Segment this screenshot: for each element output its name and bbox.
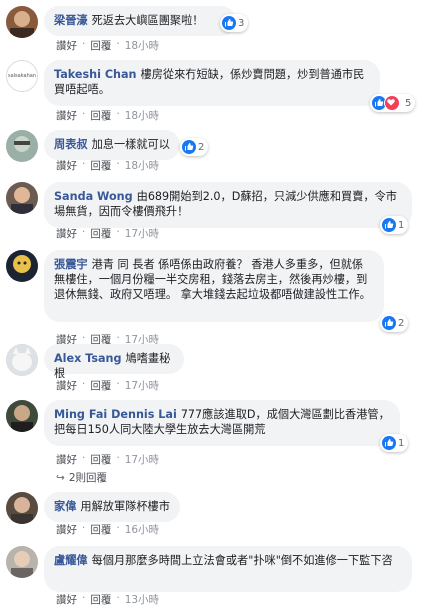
reply-link[interactable]: 回覆 — [90, 158, 111, 173]
like-link[interactable]: 讚好 — [56, 226, 77, 241]
comment-actions: 讚好 · 回覆 · 13小時 — [56, 592, 160, 607]
comment-bubble: 家偉 用解放軍隊杯樓市 — [44, 492, 180, 522]
timestamp[interactable]: 16小時 — [125, 522, 159, 537]
avatar-text: salsakahan — [7, 73, 36, 79]
comment-bubble: Ming Fai Dennis Lai 777應該進取D，成個大灣區劃比香港管，把… — [44, 400, 400, 446]
like-link[interactable]: 讚好 — [56, 158, 77, 173]
avatar[interactable] — [6, 182, 38, 214]
like-icon — [382, 436, 396, 450]
reply-link[interactable]: 回覆 — [90, 592, 111, 607]
comment-bubble: 張震宇 港青 同 長者 係唔係由政府養？ 香港人多重多，但就係無樓住，一個月份糧一… — [44, 250, 384, 322]
avatar-image — [6, 6, 38, 38]
reply-link[interactable]: 回覆 — [90, 38, 111, 53]
comment-actions: 讚好 · 回覆 · 17小時 — [56, 378, 160, 393]
reaction-count[interactable]: 1 — [380, 434, 409, 452]
comment-actions: 讚好 · 回覆 · 18小時 — [56, 38, 160, 53]
comment-text: 每個月那麼多時間上立法會或者"扑咪"倒不如進修一下監下咨 — [91, 554, 393, 567]
reaction-number: 3 — [238, 17, 245, 29]
timestamp[interactable]: 17小時 — [125, 452, 159, 467]
comment-author[interactable]: 梁晉濠 — [54, 14, 88, 27]
like-link[interactable]: 讚好 — [56, 522, 77, 537]
avatar-image — [6, 130, 38, 162]
timestamp[interactable]: 13小時 — [125, 592, 159, 607]
comment-author[interactable]: Takeshi Chan — [54, 68, 137, 81]
reply-arrow-icon: ↪ — [56, 471, 65, 484]
comment-actions: 讚好 · 回覆 · 17小時 — [56, 226, 160, 241]
comment-author[interactable]: 盧耀偉 — [54, 554, 88, 567]
avatar[interactable] — [6, 344, 38, 376]
avatar-image — [6, 182, 38, 214]
comment-bubble: Alex Tsang 鳩嗜畫秘根 — [44, 344, 184, 380]
view-replies-link[interactable]: ↪ 2則回覆 — [56, 470, 107, 485]
reaction-number: 5 — [405, 97, 412, 109]
comment-actions: 讚好 · 回覆 · 16小時 — [56, 522, 160, 537]
love-icon — [384, 95, 400, 111]
comment-text: 用解放軍隊杯樓市 — [80, 500, 170, 513]
avatar[interactable] — [6, 6, 38, 38]
reaction-number: 2 — [398, 317, 405, 329]
reaction-number: 2 — [198, 141, 205, 153]
comment-text: 加息一樣就可以 — [91, 138, 170, 151]
comment-author[interactable]: 張震宇 — [54, 258, 88, 271]
avatar-image — [6, 250, 38, 282]
comment-bubble: 周表叔 加息一樣就可以 — [44, 130, 180, 160]
comment-text: 死返去大嶼區團聚啦！ — [91, 14, 204, 27]
comment-author[interactable]: 周表叔 — [54, 138, 88, 151]
comment-bubble: 盧耀偉 每個月那麼多時間上立法會或者"扑咪"倒不如進修一下監下咨 — [44, 546, 412, 592]
reaction-count[interactable]: 5 — [370, 94, 416, 112]
comment-text: 港青 同 長者 係唔係由政府養？ 香港人多重多，但就係無樓住，一個月份糧一半交房… — [54, 258, 371, 301]
comment-bubble: Takeshi Chan 樓房從來冇短缺，係炒賣問題，炒到普通市民買唔起唔。 — [44, 60, 380, 106]
reply-link[interactable]: 回覆 — [90, 108, 111, 123]
like-link[interactable]: 讚好 — [56, 592, 77, 607]
avatar[interactable] — [6, 546, 38, 578]
avatar-image — [6, 344, 38, 376]
avatar[interactable] — [6, 400, 38, 432]
avatar-image — [6, 546, 38, 578]
reaction-count[interactable]: 2 — [380, 314, 409, 332]
reaction-count[interactable]: 1 — [380, 216, 409, 234]
like-link[interactable]: 讚好 — [56, 108, 77, 123]
reaction-number: 1 — [398, 219, 405, 231]
reaction-count[interactable]: 2 — [180, 138, 209, 156]
comment-author[interactable]: Sanda Wong — [54, 190, 133, 203]
reaction-number: 1 — [398, 437, 405, 449]
like-icon — [382, 218, 396, 232]
avatar[interactable]: salsakahan — [6, 60, 38, 92]
avatar[interactable] — [6, 492, 38, 524]
timestamp[interactable]: 17小時 — [125, 226, 159, 241]
timestamp[interactable]: 17小時 — [125, 378, 159, 393]
timestamp[interactable]: 18小時 — [125, 108, 159, 123]
like-icon — [182, 140, 196, 154]
avatar[interactable] — [6, 130, 38, 162]
comment-bubble: 梁晉濠 死返去大嶼區團聚啦！ — [44, 6, 236, 36]
comment-actions: 讚好 · 回覆 · 18小時 — [56, 158, 160, 173]
avatar[interactable] — [6, 250, 38, 282]
timestamp[interactable]: 18小時 — [125, 158, 159, 173]
reply-link[interactable]: 回覆 — [90, 522, 111, 537]
reply-link[interactable]: 回覆 — [90, 378, 111, 393]
comment-bubble: Sanda Wong 由689開始到2.0，D蘇招，只減少供應和買賣，令市場無貨，… — [44, 182, 412, 228]
comment-actions: 讚好 · 回覆 · 18小時 — [56, 108, 160, 123]
like-link[interactable]: 讚好 — [56, 38, 77, 53]
avatar-image — [6, 492, 38, 524]
comment-actions: 讚好 · 回覆 · 17小時 — [56, 452, 160, 467]
reply-link[interactable]: 回覆 — [90, 452, 111, 467]
replies-count: 2則回覆 — [68, 472, 107, 484]
avatar-image — [6, 400, 38, 432]
reaction-count[interactable]: 3 — [220, 14, 249, 32]
like-icon — [222, 16, 236, 30]
comment-author[interactable]: Alex Tsang — [54, 352, 122, 365]
timestamp[interactable]: 18小時 — [125, 38, 159, 53]
comment-author[interactable]: Ming Fai Dennis Lai — [54, 408, 177, 421]
reply-link[interactable]: 回覆 — [90, 226, 111, 241]
like-icon — [382, 316, 396, 330]
like-link[interactable]: 讚好 — [56, 452, 77, 467]
comment-author[interactable]: 家偉 — [54, 500, 76, 513]
like-link[interactable]: 讚好 — [56, 378, 77, 393]
